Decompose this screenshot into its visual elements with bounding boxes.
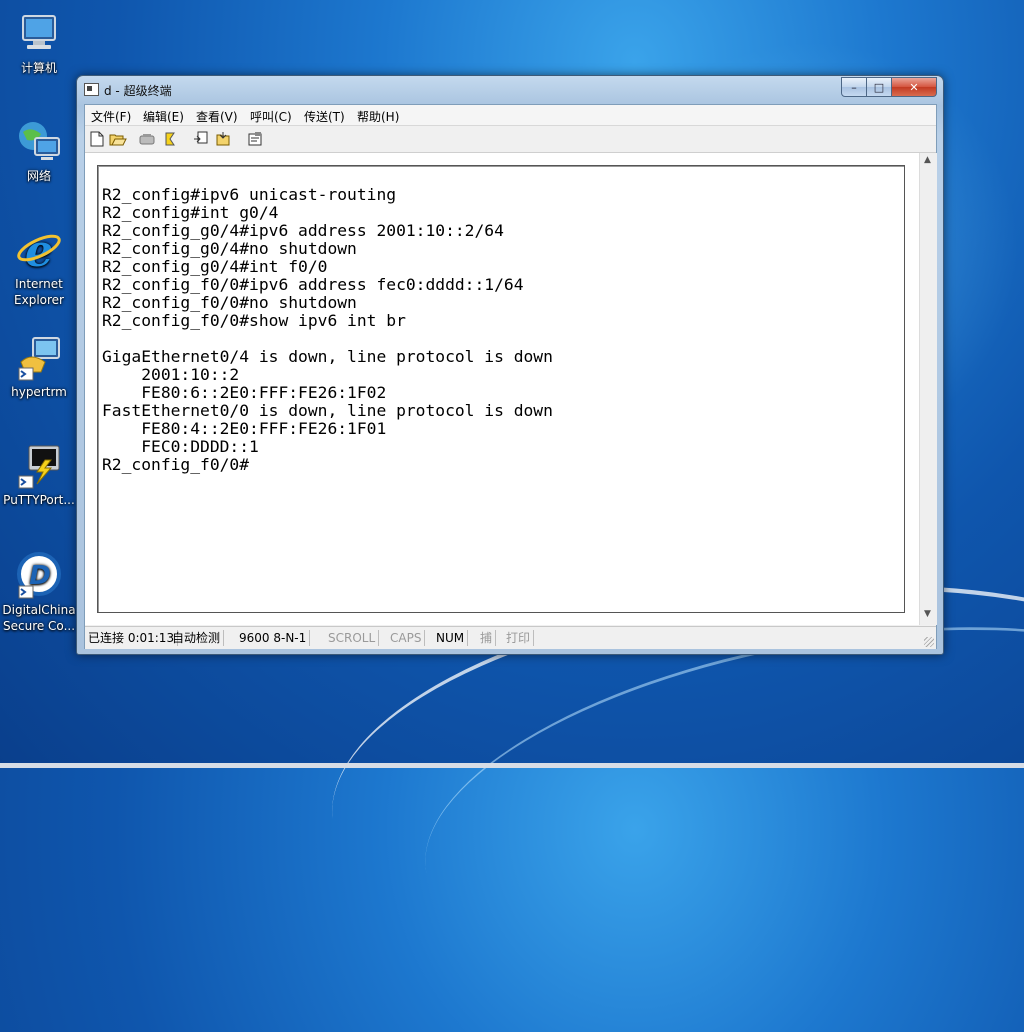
status-num: NUM <box>433 630 469 646</box>
taskbar-edge <box>0 763 1024 768</box>
desktop-icon-digitalchina[interactable]: D DigitalChina Secure Co... <box>0 552 78 634</box>
menu-view[interactable]: 查看(V) <box>196 108 238 125</box>
digitalchina-icon: D <box>15 552 63 600</box>
desktop-icon-network[interactable]: 网络 <box>0 118 78 184</box>
desktop-icon-computer[interactable]: 计算机 <box>0 10 78 76</box>
svg-text:e: e <box>25 226 53 274</box>
status-scroll: SCROLL <box>325 630 380 646</box>
status-print: 打印 <box>503 630 535 646</box>
properties-icon[interactable] <box>247 131 263 147</box>
computer-icon <box>15 10 63 58</box>
desktop-icon-label: DigitalChina Secure Co... <box>2 603 76 633</box>
toolbar <box>85 126 936 153</box>
terminal-screen[interactable]: R2_config#ipv6 unicast-routing R2_config… <box>97 165 905 613</box>
menu-file[interactable]: 文件(F) <box>91 108 131 125</box>
menu-call[interactable]: 呼叫(C) <box>250 108 292 125</box>
menu-bar: 文件(F) 编辑(E) 查看(V) 呼叫(C) 传送(T) 帮助(H) <box>85 105 936 126</box>
menu-edit[interactable]: 编辑(E) <box>143 108 184 125</box>
scroll-down-icon[interactable]: ▼ <box>924 609 931 619</box>
status-detect: 自动检测 <box>169 630 225 646</box>
putty-icon <box>15 442 63 490</box>
desktop-icon-putty[interactable]: PuTTYPort... <box>0 442 78 508</box>
window-client-area: 文件(F) 编辑(E) 查看(V) 呼叫(C) 传送(T) 帮助(H) R2_c… <box>84 104 937 649</box>
resize-grip[interactable] <box>924 637 934 647</box>
hyperterminal-window: d - 超级终端 – □ ✕ 文件(F) 编辑(E) 查看(V) 呼叫(C) 传… <box>76 75 944 655</box>
scroll-up-icon[interactable]: ▲ <box>924 155 931 165</box>
status-caps: CAPS <box>387 630 426 646</box>
title-bar[interactable]: d - 超级终端 – □ ✕ <box>77 76 943 104</box>
disconnect-icon[interactable] <box>139 131 155 147</box>
network-icon <box>15 118 63 166</box>
send-icon[interactable] <box>193 131 209 147</box>
menu-transfer[interactable]: 传送(T) <box>304 108 345 125</box>
vertical-scrollbar[interactable]: ▲ ▼ <box>919 153 937 625</box>
menu-help[interactable]: 帮助(H) <box>357 108 399 125</box>
hyperterminal-icon <box>15 334 63 382</box>
ie-icon: e <box>15 226 63 277</box>
open-icon[interactable] <box>109 131 127 147</box>
status-port: 9600 8-N-1 <box>236 630 311 646</box>
receive-icon[interactable] <box>215 131 231 147</box>
status-bar: 已连接 0:01:13 自动检测 9600 8-N-1 SCROLL CAPS … <box>85 626 936 649</box>
maximize-button[interactable]: □ <box>867 77 892 97</box>
desktop-icon-label: 网络 <box>26 169 51 183</box>
status-connected: 已连接 0:01:13 <box>85 630 179 646</box>
new-icon[interactable] <box>89 131 105 147</box>
desktop-icon-label: 计算机 <box>20 61 57 75</box>
status-capture: 捕 <box>477 630 497 646</box>
terminal-output: R2_config#ipv6 unicast-routing R2_config… <box>102 185 553 474</box>
window-controls: – □ ✕ <box>841 77 937 97</box>
close-button[interactable]: ✕ <box>892 77 937 97</box>
desktop-icon-label: hypertrm <box>11 385 67 399</box>
terminal-area[interactable]: R2_config#ipv6 unicast-routing R2_config… <box>85 153 937 625</box>
desktop-icon-hypertrm[interactable]: hypertrm <box>0 334 78 400</box>
window-title: d - 超级终端 <box>104 84 172 98</box>
app-icon[interactable] <box>84 83 99 96</box>
desktop-icon-ie[interactable]: e Internet Explorer <box>0 226 78 308</box>
desktop-icon-label: Internet Explorer <box>14 277 64 307</box>
dial-icon[interactable] <box>163 131 179 147</box>
minimize-button[interactable]: – <box>841 77 867 97</box>
desktop-icon-label: PuTTYPort... <box>3 493 75 507</box>
